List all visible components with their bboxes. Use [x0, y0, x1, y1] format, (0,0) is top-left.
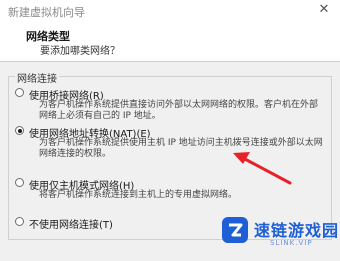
radio-host-only[interactable]	[15, 178, 24, 187]
option-host-only-description: 将客户机操作系统连接到主机上的专用虚拟网络。	[39, 190, 238, 200]
watermark-logo-icon	[222, 217, 248, 243]
close-icon[interactable]: ✕	[316, 2, 332, 18]
watermark-subtext: SLINK.VIP	[270, 239, 313, 247]
page-subtitle: 要添加哪类网络？	[40, 46, 120, 57]
wizard-header: 网络类型 要添加哪类网络？	[0, 22, 340, 61]
radio-bridged[interactable]	[15, 88, 24, 97]
watermark: 速链游戏园 SLINK.VIP	[218, 213, 338, 253]
radio-nat[interactable]	[15, 126, 24, 135]
watermark-text: 速链游戏园	[254, 221, 340, 240]
group-legend: 网络连接	[15, 70, 59, 85]
option-bridged[interactable]: 使用桥接网络(R) 为客户机操作系统提供直接访问外部以太网网络的权限。客户机在外…	[9, 87, 333, 121]
option-nat[interactable]: 使用网络地址转换(NAT)(E) 为客户机操作系统提供使用主机 IP 地址访问主…	[9, 125, 333, 171]
option-host-only[interactable]: 使用仅主机模式网络(H) 将客户机操作系统连接到主机上的专用虚拟网络。	[9, 177, 333, 209]
title-bar: 新建虚拟机向导 ✕	[0, 0, 340, 22]
radio-no-network[interactable]	[15, 217, 24, 226]
option-bridged-description: 为客户机操作系统提供直接访问外部以太网网络的权限。客户机在外部网络上必须有自己的…	[39, 100, 319, 121]
option-no-network-label[interactable]: 不使用网络连接(T)	[29, 216, 113, 231]
window-title: 新建虚拟机向导	[8, 6, 85, 19]
option-nat-description: 为客户机操作系统提供使用主机 IP 地址访问主机拨号连接或外部以太网网络连接的权…	[39, 138, 323, 159]
